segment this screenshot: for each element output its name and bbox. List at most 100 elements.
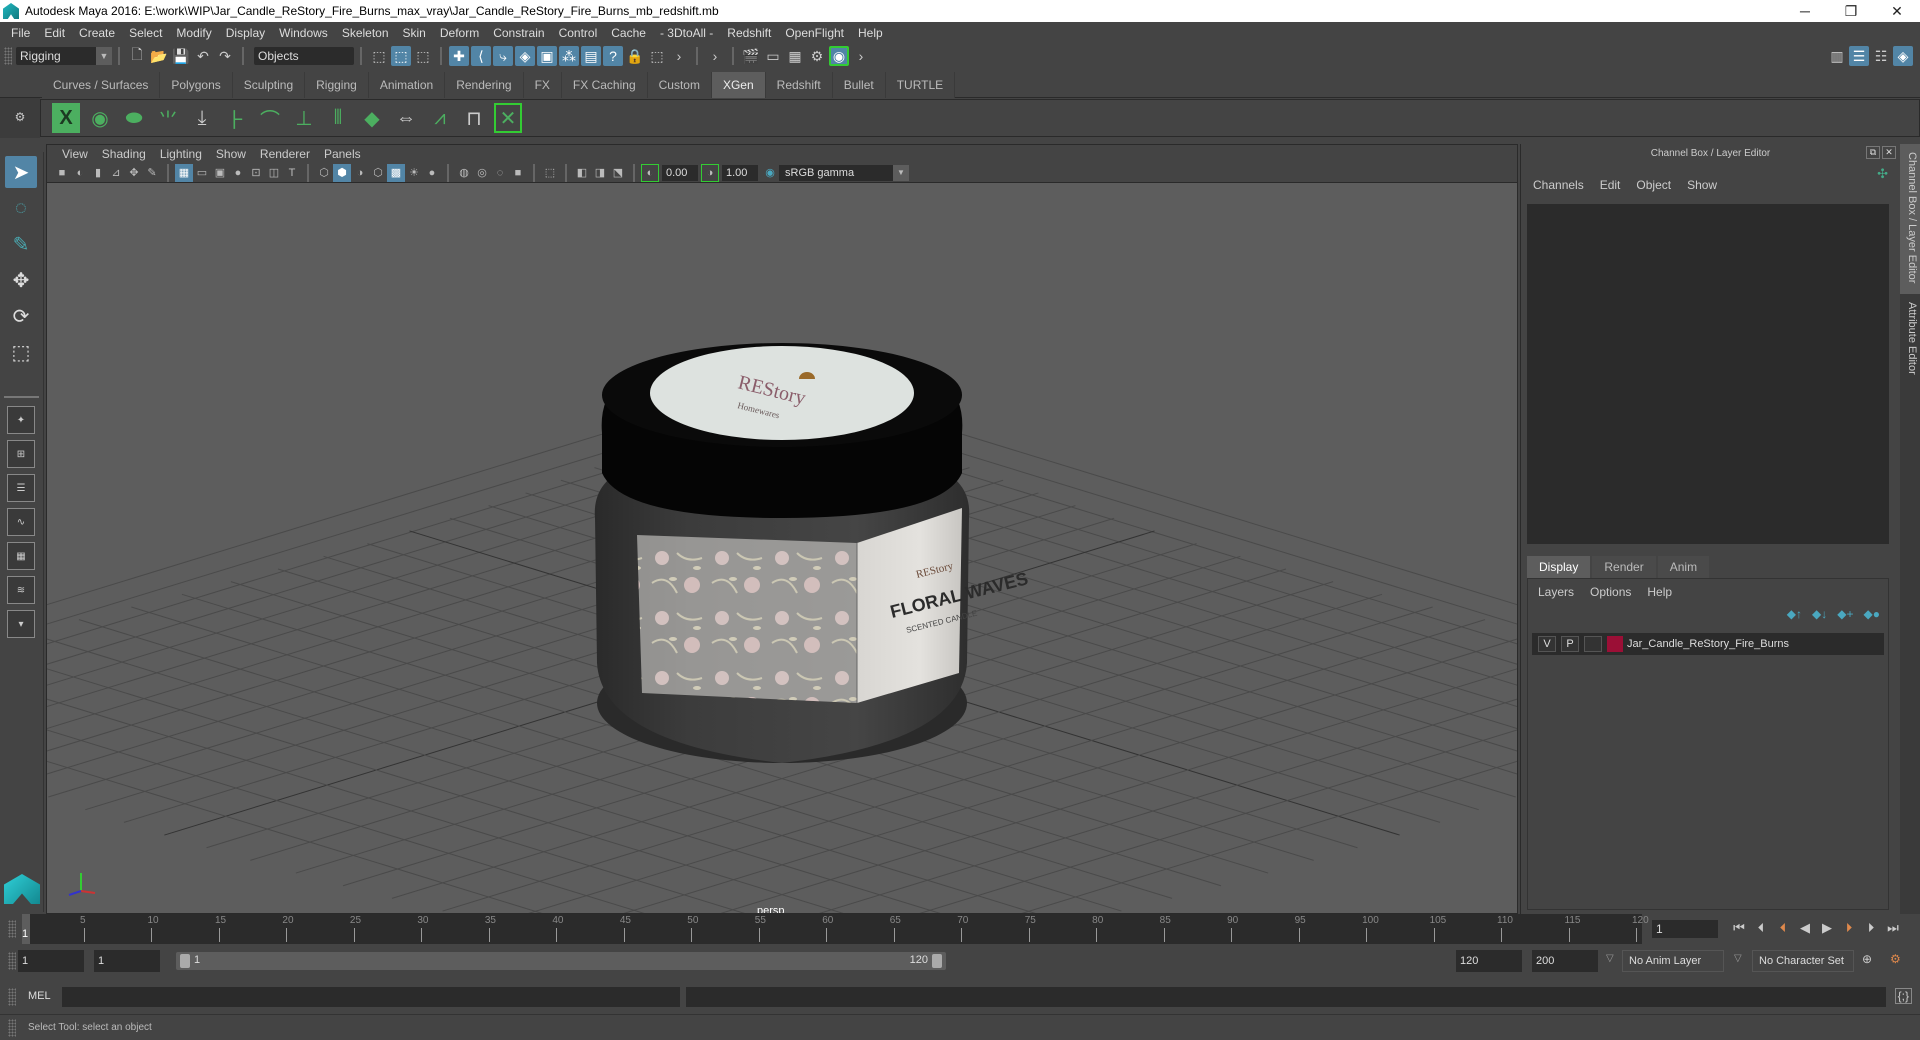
select-camera-icon[interactable]: ■ [53, 164, 71, 182]
wireframe-on-shaded-icon[interactable]: ⬡ [369, 164, 387, 182]
persp-viewport[interactable]: FLORAL WAVES SCENTED CANDLE REStory RESt… [47, 183, 1517, 913]
persp-graph-layout-icon[interactable]: ∿ [7, 508, 35, 536]
menu-select[interactable]: Select [122, 26, 169, 40]
select-lock-icon[interactable]: ⬚ [647, 46, 667, 66]
default-material-icon[interactable]: ◑ [351, 164, 369, 182]
xgen-preview-icon[interactable]: ◉ [86, 103, 114, 133]
grease-pencil-icon[interactable]: ✎ [143, 164, 161, 182]
2d-pan-zoom-icon[interactable]: ✥ [125, 164, 143, 182]
menu-windows[interactable]: Windows [272, 26, 335, 40]
step-back-key-icon[interactable]: ⏴ [1772, 920, 1794, 936]
current-frame-marker[interactable]: 1 [22, 914, 30, 944]
range-end-handle[interactable] [932, 954, 942, 968]
screen-space-ao-icon[interactable]: ◍ [455, 164, 473, 182]
guide-split-icon[interactable]: ⫴ [324, 103, 352, 133]
command-input[interactable] [62, 987, 680, 1007]
animation-preferences-icon[interactable]: ⚙ [1890, 952, 1901, 966]
move-layer-up-icon[interactable]: ◆↑ [1787, 607, 1802, 621]
channelbox-menu-show[interactable]: Show [1687, 178, 1717, 192]
menu-deform[interactable]: Deform [433, 26, 486, 40]
menu-redshift[interactable]: Redshift [720, 26, 778, 40]
smooth-shade-icon[interactable]: ⬢ [333, 163, 351, 182]
restore-button[interactable]: ❐ [1828, 0, 1874, 22]
select-tool-icon[interactable]: ➤ [5, 156, 37, 188]
place-guides-icon[interactable]: ⤓ [188, 103, 216, 133]
select-component-icon[interactable]: ⬚ [413, 46, 433, 66]
animation-start-field[interactable]: 1 [18, 950, 84, 972]
tab-anim[interactable]: Anim [1657, 556, 1710, 578]
tab-render[interactable]: Render [1592, 556, 1656, 578]
range-start-handle[interactable] [180, 954, 190, 968]
snap-grid-icon[interactable]: ✚ [449, 46, 469, 66]
undo-icon[interactable]: ↶ [193, 46, 213, 66]
menuset-dropdown[interactable]: Rigging ▼ [16, 47, 112, 65]
shelf-tab-animation[interactable]: Animation [368, 72, 446, 98]
tool-settings-toggle-icon[interactable]: ☷ [1871, 46, 1891, 66]
shelf-tab-curves-surfaces[interactable]: Curves / Surfaces [42, 72, 161, 98]
selection-mode-dropdown[interactable]: Objects [254, 47, 354, 65]
channel-box-toggle-icon[interactable]: ◈ [1893, 46, 1913, 66]
flip-guides-icon[interactable]: ⇔ [392, 103, 420, 133]
save-scene-icon[interactable]: 💾 [171, 46, 191, 66]
snap-point-icon[interactable]: ⤷ [493, 46, 513, 66]
layer-visibility-toggle[interactable]: V [1538, 636, 1556, 652]
viewport-menu-panels[interactable]: Panels [317, 147, 368, 161]
menu-skin[interactable]: Skin [396, 26, 433, 40]
script-editor-icon[interactable]: {;} [1894, 988, 1912, 1004]
wireframe-icon[interactable]: ⬡ [315, 164, 333, 182]
shelf-tab-fx-caching[interactable]: FX Caching [561, 72, 648, 98]
grid-icon[interactable]: ▦ [175, 163, 193, 182]
paint-select-tool-icon[interactable]: ✎ [5, 228, 37, 260]
bookmark-icon[interactable]: ▮ [89, 164, 107, 182]
xgen-hide-icon[interactable]: ⬬ [120, 103, 148, 133]
playback-end-field[interactable]: 120 [1456, 950, 1522, 972]
xgen-window-icon[interactable]: X [52, 103, 80, 133]
safe-title-icon[interactable]: T [283, 164, 301, 182]
layer-menu-layers[interactable]: Layers [1538, 585, 1574, 599]
menu-openflight[interactable]: OpenFlight [778, 26, 851, 40]
field-chart-icon[interactable]: ⊡ [247, 164, 265, 182]
help-icon[interactable]: ? [603, 46, 623, 66]
open-scene-icon[interactable]: 📂 [149, 46, 169, 66]
expand-icon-3[interactable]: › [851, 46, 871, 66]
menu-file[interactable]: File [4, 26, 37, 40]
layer-menu-options[interactable]: Options [1590, 585, 1631, 599]
resolution-gate-icon[interactable]: ▣ [211, 164, 229, 182]
menu-edit[interactable]: Edit [37, 26, 72, 40]
shadows-icon[interactable]: ● [423, 164, 441, 182]
textured-icon[interactable]: ▩ [387, 163, 405, 182]
select-hierarchy-icon[interactable]: ⬚ [369, 46, 389, 66]
shelf-tab-xgen[interactable]: XGen [711, 72, 766, 98]
close-panel-icon[interactable]: ✕ [1882, 146, 1896, 159]
layer-color-swatch[interactable] [1607, 636, 1623, 652]
layer-row[interactable]: V P Jar_Candle_ReStory_Fire_Burns [1532, 633, 1884, 655]
camera-attributes-icon[interactable]: ◐ [71, 164, 89, 182]
viewport-menu-renderer[interactable]: Renderer [253, 147, 317, 161]
menu-cache[interactable]: Cache [604, 26, 653, 40]
move-layer-down-icon[interactable]: ◆↓ [1812, 607, 1827, 621]
layer-menu-help[interactable]: Help [1647, 585, 1672, 599]
depth-of-field-icon[interactable]: ■ [509, 164, 527, 182]
render-view-icon[interactable]: 🎬 [741, 46, 761, 66]
film-gate-icon[interactable]: ▭ [193, 164, 211, 182]
modeling-toolkit-icon[interactable]: ▥ [1827, 46, 1847, 66]
color-management-icon[interactable]: ◉ [761, 164, 779, 182]
channelbox-menu-object[interactable]: Object [1636, 178, 1671, 192]
menu-skeleton[interactable]: Skeleton [335, 26, 396, 40]
channelbox-menu-edit[interactable]: Edit [1600, 178, 1621, 192]
viewport-menu-show[interactable]: Show [209, 147, 253, 161]
range-track[interactable]: 1 120 [176, 952, 946, 970]
step-forward-key-icon[interactable]: ⏵ [1838, 920, 1860, 936]
minimize-button[interactable]: ─ [1782, 0, 1828, 22]
redo-icon[interactable]: ↷ [215, 46, 235, 66]
viewport-menu-lighting[interactable]: Lighting [153, 147, 209, 161]
gamma-field[interactable]: 1.00 [722, 164, 758, 181]
shelf-tab-turtle[interactable]: TURTLE [885, 72, 956, 98]
channel-list[interactable] [1527, 204, 1889, 544]
menu-control[interactable]: Control [552, 26, 605, 40]
guide-cvs-icon[interactable]: ⊓ [460, 103, 488, 133]
move-tool-icon[interactable]: ✥ [5, 264, 37, 296]
select-guides-icon[interactable]: ⩘ [426, 103, 454, 133]
shelf-tab-custom[interactable]: Custom [647, 72, 712, 98]
menu-help[interactable]: Help [851, 26, 890, 40]
